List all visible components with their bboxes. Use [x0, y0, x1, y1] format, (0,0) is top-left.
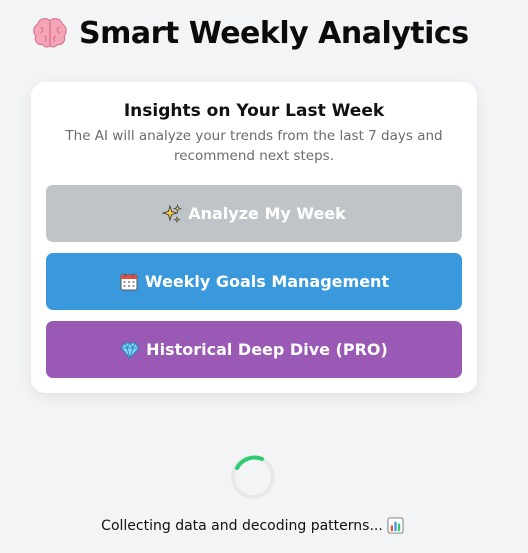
analyze-week-button[interactable]: Analyze My Week: [46, 185, 462, 242]
brain-icon: [33, 18, 67, 48]
page-title: Smart Weekly Analytics: [79, 15, 469, 51]
insights-card: Insights on Your Last Week The AI will a…: [31, 82, 477, 393]
weekly-goals-button[interactable]: Weekly Goals Management: [46, 253, 462, 310]
analytics-page: Smart Weekly Analytics Insights on Your …: [0, 0, 528, 553]
loading-spinner: [231, 455, 275, 499]
loading-status-text: Collecting data and decoding patterns...: [101, 517, 383, 534]
calendar-icon: [120, 273, 138, 290]
historical-deep-dive-button[interactable]: Historical Deep Dive (PRO): [46, 321, 462, 378]
sparkles-icon: [162, 203, 183, 223]
card-title: Insights on Your Last Week: [123, 101, 385, 121]
weekly-goals-label: Weekly Goals Management: [144, 272, 390, 291]
historical-deep-dive-label: Historical Deep Dive (PRO): [146, 340, 388, 359]
loading-status: Collecting data and decoding patterns...: [0, 517, 505, 534]
card-subtitle: The AI will analyze your trends from the…: [65, 128, 443, 164]
analyze-week-label: Analyze My Week: [188, 204, 346, 223]
bar-chart-icon: [387, 517, 404, 534]
gem-icon: [120, 341, 140, 359]
page-header: Smart Weekly Analytics: [31, 14, 469, 52]
